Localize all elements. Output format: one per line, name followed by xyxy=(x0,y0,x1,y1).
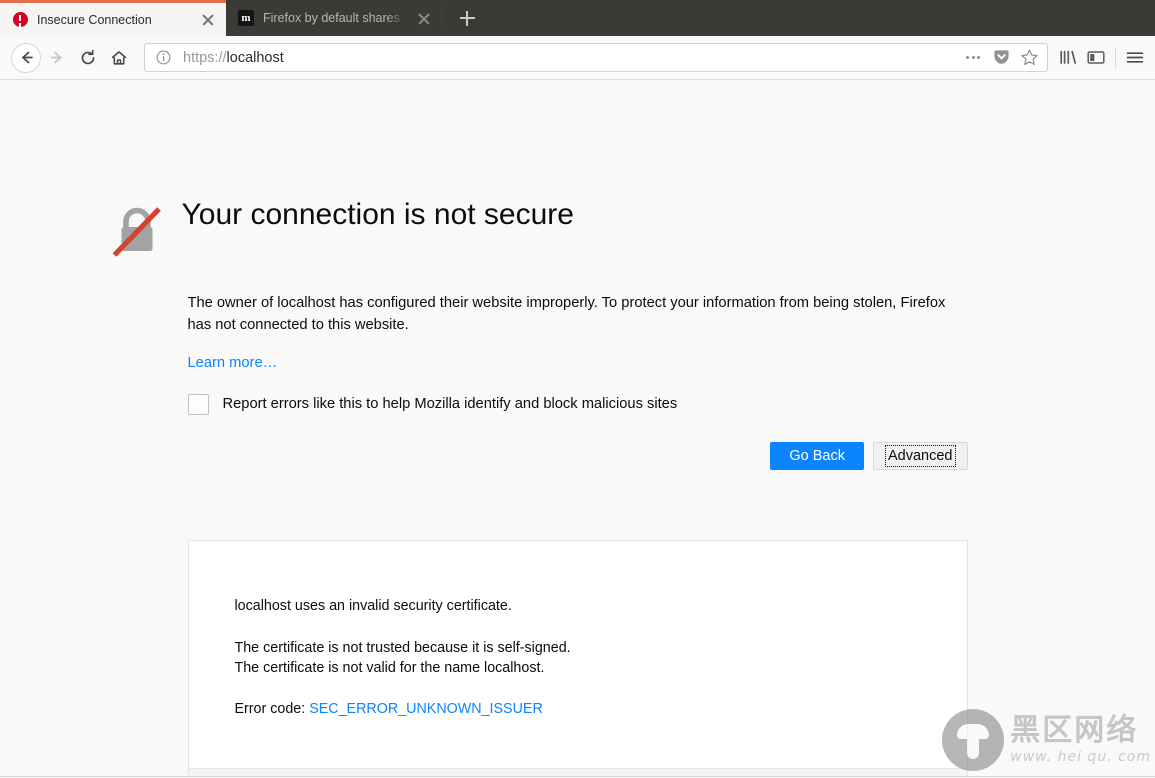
pocket-icon[interactable] xyxy=(987,44,1015,71)
watermark-text: 黑区网络 www. hei qu. com xyxy=(1010,712,1151,765)
error-description: The owner of localhost has configured th… xyxy=(187,295,946,333)
toolbar-divider xyxy=(1115,46,1116,69)
broken-padlock-icon xyxy=(110,204,164,263)
watermark-site-url: www. hei qu. com xyxy=(1010,748,1151,765)
toolbar-right-group xyxy=(1054,44,1149,71)
net-error-container: Your connection is not secure The owner … xyxy=(112,80,968,470)
learn-more-link[interactable]: Learn more… xyxy=(188,355,278,371)
watermark-site-name: 黑区网络 xyxy=(1010,712,1139,748)
close-icon[interactable] xyxy=(198,10,218,30)
certificate-error-panel: localhost uses an invalid security certi… xyxy=(187,539,968,777)
cert-summary: localhost uses an invalid security certi… xyxy=(234,597,512,614)
page-title: Your connection is not secure xyxy=(181,198,574,231)
go-back-button[interactable]: Go Back xyxy=(770,441,864,470)
tab-title: Firefox by default shares xyxy=(263,11,400,25)
error-code-link[interactable]: SEC_ERROR_UNKNOWN_ISSUER xyxy=(309,701,543,717)
url-bar-actions xyxy=(959,44,1043,71)
star-icon[interactable] xyxy=(1015,44,1043,71)
home-button[interactable] xyxy=(103,42,134,73)
window-bottom-edge xyxy=(0,776,1155,777)
report-errors-checkbox[interactable] xyxy=(187,393,209,415)
mozilla-m-favicon: m xyxy=(238,10,254,26)
page-content: Your connection is not secure The owner … xyxy=(0,80,1155,777)
reload-button[interactable] xyxy=(72,42,103,73)
warning-circle-icon xyxy=(12,12,28,28)
url-host: localhost xyxy=(226,49,284,66)
tab-bar: Insecure Connection m Firefox by default… xyxy=(0,0,1155,36)
error-button-row: Go Back Advanced xyxy=(188,441,968,470)
error-code-label: Error code: xyxy=(234,701,306,718)
report-errors-row: Report errors like this to help Mozilla … xyxy=(187,393,968,415)
tab-bar-empty-space xyxy=(484,0,1155,36)
report-errors-label[interactable]: Report errors like this to help Mozilla … xyxy=(223,396,678,412)
learn-more-wrap: Learn more… xyxy=(188,354,968,372)
page-actions-icon[interactable] xyxy=(959,44,987,71)
info-circle-icon[interactable] xyxy=(154,49,172,67)
tab-firefox-shares[interactable]: m Firefox by default shares xyxy=(226,0,442,36)
back-button[interactable] xyxy=(11,42,41,73)
close-icon[interactable] xyxy=(414,8,434,28)
sidebar-icon[interactable] xyxy=(1082,44,1110,71)
cert-error-code-row: Error code: SEC_ERROR_UNKNOWN_ISSUER xyxy=(235,699,921,719)
url-scheme: https:// xyxy=(183,49,227,66)
cert-reason-1: The certificate is not trusted because i… xyxy=(234,639,571,656)
tab-insecure-connection[interactable]: Insecure Connection xyxy=(0,0,226,36)
forward-button[interactable] xyxy=(41,42,72,73)
tab-title: Insecure Connection xyxy=(37,12,152,27)
error-title-row: Your connection is not secure xyxy=(112,198,968,263)
certificate-error-body: localhost uses an invalid security certi… xyxy=(189,541,967,768)
new-tab-button[interactable] xyxy=(450,0,484,36)
url-text[interactable]: https://localhost xyxy=(183,50,959,66)
navigation-toolbar: https://localhost xyxy=(0,36,1155,80)
watermark: 黑区网络 www. hei qu. com xyxy=(942,709,1151,771)
advanced-button-label: Advanced xyxy=(885,444,956,467)
cert-reason-2: The certificate is not valid for the nam… xyxy=(234,660,545,677)
hamburger-menu-icon[interactable] xyxy=(1121,44,1149,71)
url-bar[interactable]: https://localhost xyxy=(144,43,1048,72)
library-icon[interactable] xyxy=(1054,44,1082,71)
advanced-button[interactable]: Advanced xyxy=(873,441,968,470)
